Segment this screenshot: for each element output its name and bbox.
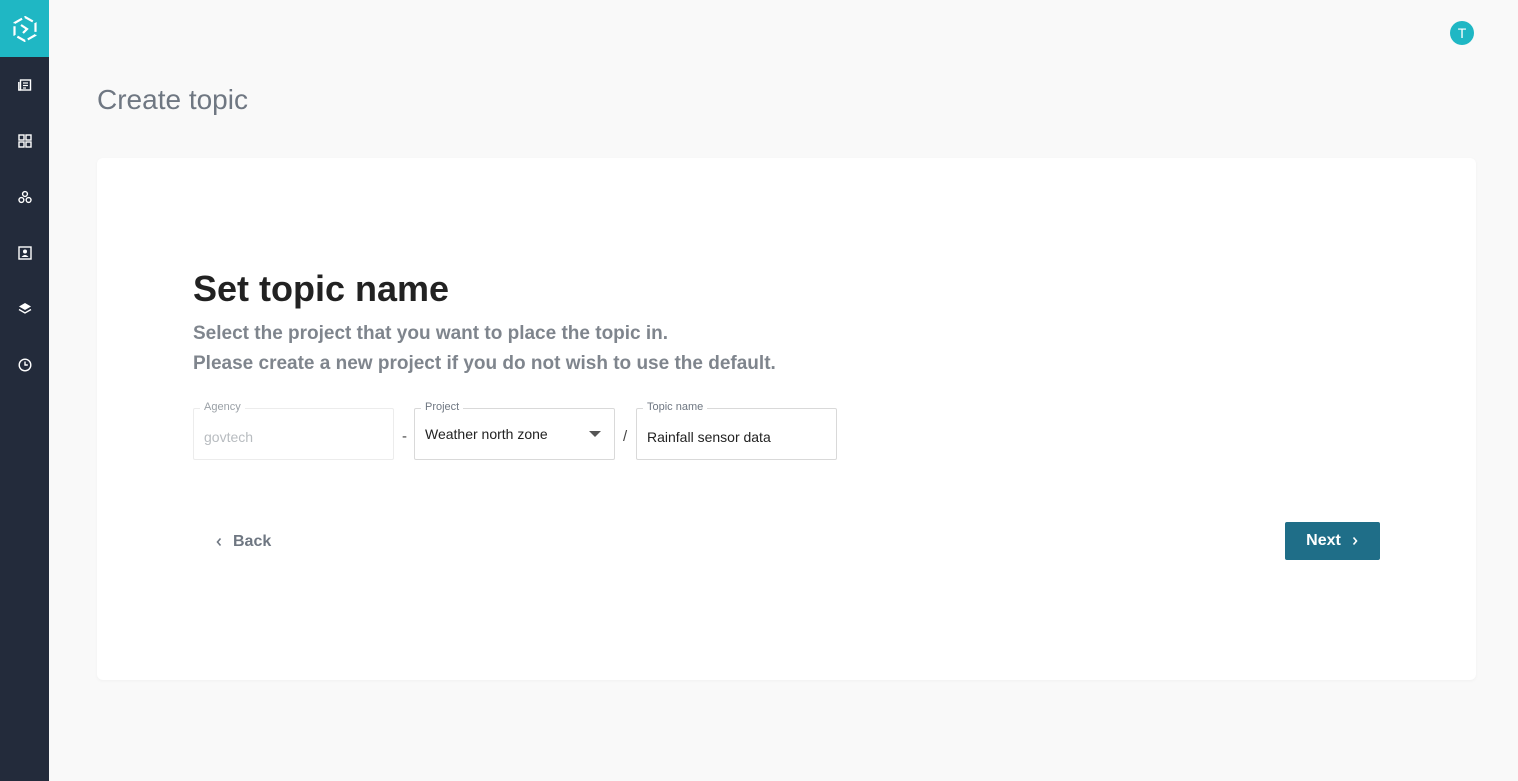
chevron-left-icon: [216, 537, 222, 547]
form-card: Set topic name Select the project that y…: [97, 158, 1476, 680]
back-button-label: Back: [233, 533, 272, 550]
layers-icon: [18, 303, 31, 314]
agency-value: govtech: [204, 429, 254, 445]
news-icon: [17, 79, 31, 91]
nav-layers[interactable]: [0, 289, 49, 329]
nav-contacts[interactable]: [0, 233, 49, 273]
nav-history[interactable]: [0, 345, 49, 385]
grid-icon: [17, 134, 32, 148]
clock-icon: [17, 358, 32, 372]
agency-field: Agency govtech: [193, 401, 394, 460]
sidebar: [0, 0, 49, 781]
next-button-label: Next: [1306, 532, 1341, 549]
topic-name-label: Topic name: [643, 401, 708, 413]
separator-slash: /: [623, 428, 628, 445]
page-title: Create topic: [97, 84, 248, 115]
cluster-icon: [17, 190, 32, 204]
back-button[interactable]: Back: [215, 530, 271, 554]
form-heading: Set topic name: [193, 268, 450, 309]
form-subtitle-line2: Please create a new project if you do no…: [193, 353, 776, 374]
project-select[interactable]: Project Weather north zone: [414, 401, 615, 460]
separator-dash: -: [402, 428, 407, 445]
nav-cluster[interactable]: [0, 177, 49, 217]
caret-down-icon: [589, 431, 601, 437]
avatar[interactable]: T: [1450, 21, 1474, 45]
topic-name-value[interactable]: Rainfall sensor data: [647, 429, 771, 445]
nav-news[interactable]: [0, 65, 49, 105]
topic-name-input[interactable]: Topic name Rainfall sensor data: [636, 401, 837, 460]
form-subtitle-line1: Select the project that you want to plac…: [193, 323, 669, 344]
project-value: Weather north zone: [425, 426, 548, 442]
agency-label: Agency: [200, 401, 245, 413]
project-label: Project: [421, 401, 464, 413]
next-button[interactable]: Next: [1285, 522, 1380, 560]
contact-card-icon: [17, 246, 32, 260]
nav-grid[interactable]: [0, 121, 49, 161]
chevron-right-icon: [1352, 536, 1358, 546]
hexagon-logo-icon[interactable]: [0, 0, 49, 57]
